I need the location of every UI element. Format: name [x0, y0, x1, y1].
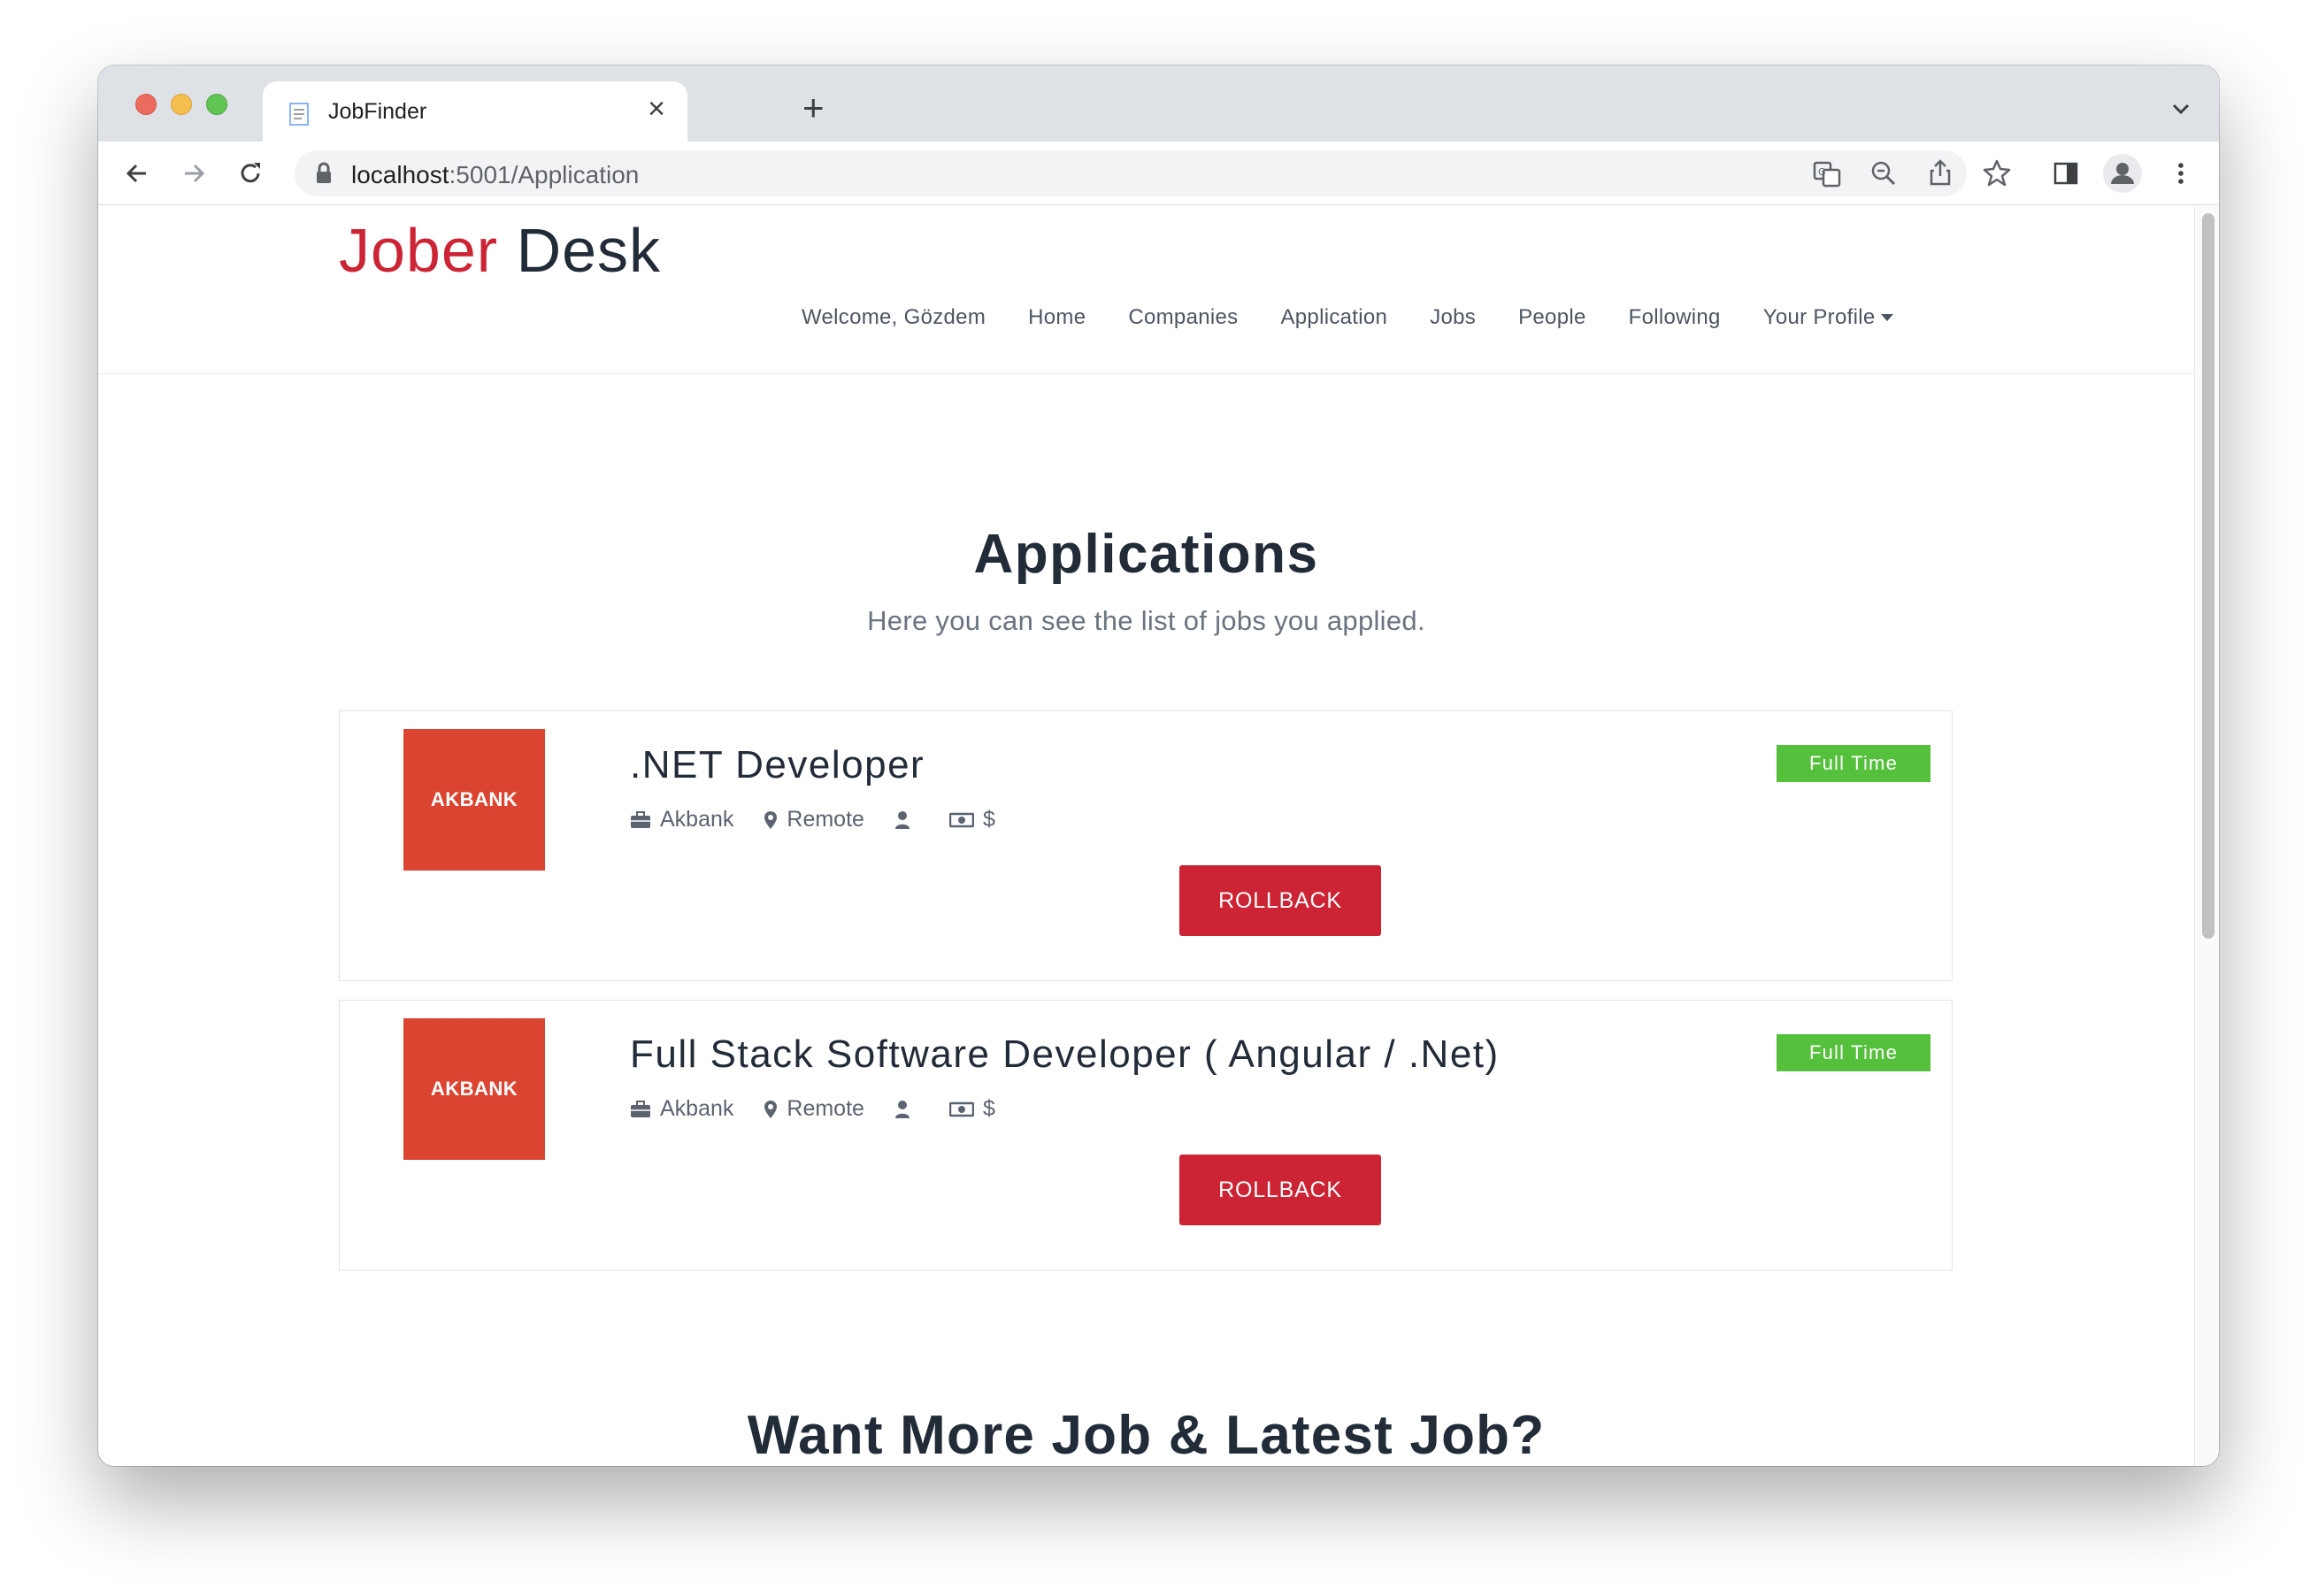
person-icon [2111, 163, 2134, 184]
maximize-window-button[interactable] [206, 94, 227, 115]
forward-arrow-icon[interactable] [176, 156, 211, 191]
brand-first: Jober [339, 216, 499, 285]
url-text: localhost:5001/Application [351, 161, 639, 189]
address-bar[interactable]: localhost:5001/Application [295, 150, 1967, 196]
chevron-down-icon[interactable] [2169, 97, 2192, 120]
site-logo[interactable]: Jober Desk [339, 215, 661, 286]
reload-icon[interactable] [233, 156, 268, 191]
url-path: :5001/Application [449, 161, 640, 188]
company-name: Akbank [660, 807, 734, 832]
side-panel-icon[interactable] [2048, 156, 2084, 191]
job-title[interactable]: Full Stack Software Developer ( Angular … [630, 1032, 1500, 1077]
job-company: Akbank [630, 807, 733, 833]
page-icon [289, 103, 309, 126]
job-salary: $ [948, 1096, 995, 1122]
job-location: Remote [764, 807, 864, 833]
nav-following[interactable]: Following [1629, 305, 1721, 330]
page-subtitle: Here you can see the list of jobs you ap… [867, 605, 1425, 636]
map-pin-icon [764, 1100, 778, 1118]
location-text: Remote [787, 1096, 864, 1121]
zoom-out-icon[interactable] [1866, 156, 1901, 191]
more-menu-icon[interactable] [2163, 156, 2199, 191]
rollback-button[interactable]: ROLLBACK [1179, 1155, 1381, 1225]
company-name: Akbank [660, 1096, 734, 1121]
browser-toolbar: localhost:5001/Application G [98, 142, 2219, 205]
salary-text: $ [982, 1096, 995, 1121]
minimize-window-button[interactable] [171, 94, 192, 115]
location-text: Remote [787, 807, 864, 832]
nav-home[interactable]: Home [1028, 305, 1086, 330]
company-logo[interactable]: AKBANK [403, 1018, 545, 1160]
nav-people[interactable]: People [1518, 305, 1586, 330]
nav-jobs[interactable]: Jobs [1430, 305, 1476, 330]
back-arrow-icon[interactable] [119, 156, 155, 191]
close-window-button[interactable] [135, 94, 157, 115]
job-person [894, 1100, 919, 1119]
more-jobs-heading: Want More Job & Latest Job? [747, 1405, 1546, 1466]
profile-avatar-button[interactable] [2103, 154, 2142, 193]
map-pin-icon [764, 810, 778, 829]
job-title[interactable]: .NET Developer [630, 743, 925, 787]
bookmark-star-icon[interactable] [1979, 156, 2015, 191]
company-logo[interactable]: AKBANK [403, 729, 545, 871]
tab-strip: JobFinder × + [98, 65, 2219, 142]
job-meta: Akbank Remote $ [630, 1096, 1025, 1122]
job-card: AKBANK Full Stack Software Developer ( A… [339, 1000, 1953, 1270]
scrollbar-thumb[interactable] [2202, 213, 2214, 939]
url-host: localhost [351, 161, 449, 188]
nav-profile-label: Your Profile [1762, 305, 1876, 329]
nav-your-profile-dropdown[interactable]: Your Profile [1763, 305, 1893, 330]
job-person [894, 810, 919, 830]
job-type-badge: Full Time [1777, 745, 1930, 782]
browser-window: JobFinder × + localhost:5001/Application [98, 65, 2219, 1466]
new-tab-icon[interactable]: + [802, 89, 825, 127]
page-scrollbar[interactable] [2194, 206, 2219, 1466]
job-location: Remote [764, 1096, 864, 1122]
job-meta: Akbank Remote $ [630, 807, 1025, 833]
salary-text: $ [982, 807, 995, 832]
nav-welcome: Welcome, Gözdem [802, 305, 986, 329]
close-tab-icon[interactable]: × [641, 94, 672, 124]
rollback-button[interactable]: ROLLBACK [1179, 865, 1381, 936]
main-nav: Welcome, Gözdem Home Companies Applicati… [802, 305, 1893, 330]
money-icon [948, 812, 974, 827]
caret-down-icon [1880, 314, 1893, 321]
nav-application[interactable]: Application [1280, 305, 1387, 330]
site-header: Jober Desk Welcome, Gözdem Home Companie… [98, 206, 2194, 374]
job-card: AKBANK .NET Developer Akbank Remote $ Fu… [339, 710, 1953, 981]
job-type-badge: Full Time [1777, 1034, 1930, 1071]
svg-text:G: G [1818, 166, 1826, 178]
browser-tab[interactable]: JobFinder × [263, 81, 687, 142]
user-icon [894, 810, 910, 829]
user-icon [894, 1100, 910, 1118]
briefcase-icon [631, 810, 650, 828]
job-salary: $ [948, 807, 995, 833]
brand-second: Desk [516, 216, 662, 285]
lock-icon [317, 162, 331, 183]
money-icon [948, 1101, 974, 1116]
nav-companies[interactable]: Companies [1128, 305, 1238, 330]
job-company: Akbank [630, 1096, 733, 1122]
briefcase-icon [631, 1100, 650, 1117]
share-icon[interactable] [1923, 156, 1958, 191]
page-title: Applications [973, 524, 1319, 585]
tab-title: JobFinder [328, 99, 427, 124]
translate-icon[interactable]: G [1809, 156, 1845, 191]
page-viewport: Jober Desk Welcome, Gözdem Home Companie… [98, 206, 2219, 1466]
